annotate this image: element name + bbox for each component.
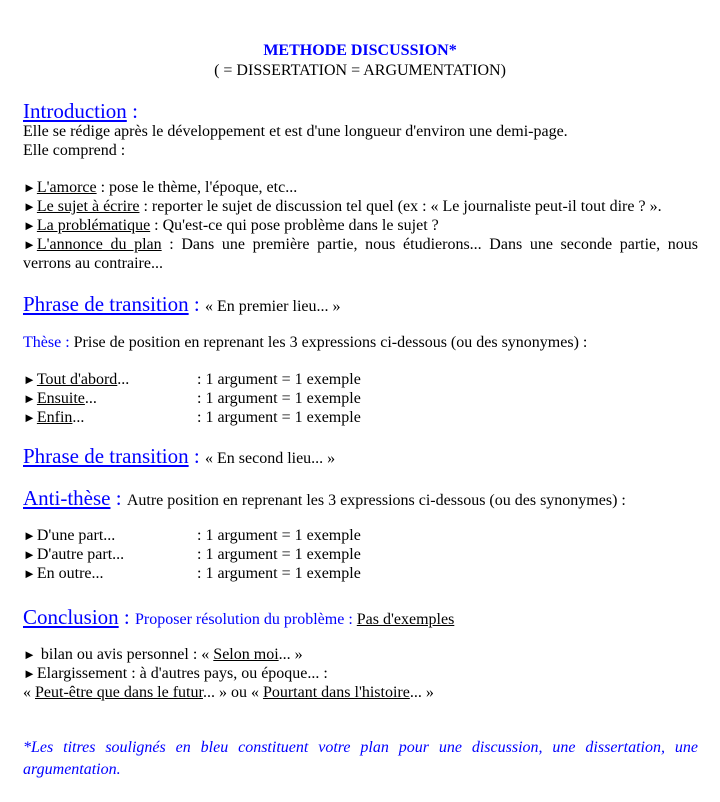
bullet-triangle-icon: ► [23,372,36,387]
item-value: : 1 argument = 1 exemple [197,546,361,563]
item-text: bilan ou avis personnel : « [36,646,214,663]
item-label: Enfin [36,409,73,426]
examples-line: « Peut-être que dans le futur... » ou « … [23,683,434,702]
list-item: ►Enfin... : 1 argument = 1 exemple [23,408,423,427]
item-text: : pose le thème, l'époque, etc... [96,179,298,196]
list-item: ►Tout d'abord... : 1 argument = 1 exempl… [23,370,423,389]
item-value: : 1 argument = 1 exemple [197,565,361,582]
item-label: D'une part... [36,527,116,544]
item-label: Tout d'abord [36,371,118,388]
transition-2-row: Phrase de transition : « En second lieu.… [23,443,335,469]
bullet-triangle-icon: ► [23,199,36,214]
item-suffix: ... [72,409,85,426]
transition-1-row: Phrase de transition : « En premier lieu… [23,291,341,317]
transition-2-heading: Phrase de transition [23,444,189,468]
item-text: « [23,684,35,701]
item-text: : Qu'est-ce qui pose problème dans le su… [150,217,439,234]
item-value: : 1 argument = 1 exemple [197,527,361,544]
conclusion-heading: Conclusion [23,605,119,629]
item-label: Ensuite [36,390,85,407]
bullet-triangle-icon: ► [23,237,36,252]
introduction-heading: Introduction [23,99,127,123]
these-row: Thèse : Prise de position en reprenant l… [23,333,587,352]
item-text: Elargissement : à d'autres pays, ou époq… [36,665,328,682]
bullet-triangle-icon: ► [23,528,36,543]
list-item: ►D'une part... : 1 argument = 1 exemple [23,526,423,545]
bullet-triangle-icon: ► [23,666,36,681]
list-item: ►Le sujet à écrire : reporter le sujet d… [23,197,662,216]
conclusion-row: Conclusion : Proposer résolution du prob… [23,604,454,630]
item-value: : 1 argument = 1 exemple [197,390,361,407]
bullet-triangle-icon: ► [23,547,36,562]
bullet-triangle-icon: ► [23,647,36,662]
transition-2-text: « En second lieu... » [204,450,336,467]
item-text: ... » ou « [202,684,263,701]
item-label: La problématique [36,217,151,234]
item-suffix: ... [117,371,130,388]
bullet-triangle-icon: ► [23,391,36,406]
heading-separator: : [110,486,127,510]
item-suffix: ... [84,390,97,407]
bullet-triangle-icon: ► [23,218,36,233]
item-text: ... » [278,646,303,663]
bullet-triangle-icon: ► [23,566,36,581]
page-title: METHODE DISCUSSION* [263,42,457,59]
list-item: ►Elargissement : à d'autres pays, ou épo… [23,664,328,683]
list-item: ►Ensuite... : 1 argument = 1 exemple [23,389,423,408]
introduction-line-2: Elle comprend : [23,142,126,159]
item-value: : 1 argument = 1 exemple [197,409,361,426]
antithese-text: Autre position en reprenant les 3 expres… [126,492,626,509]
page-subtitle: ( = DISSERTATION = ARGUMENTATION) [214,62,506,79]
bullet-triangle-icon: ► [23,410,36,425]
heading-separator: : [126,99,138,123]
heading-separator: : [188,292,205,316]
footnote: *Les titres soulignés en bleu constituen… [23,739,698,778]
list-item: ►L'amorce : pose le thème, l'époque, etc… [23,178,297,197]
item-value: : 1 argument = 1 exemple [197,371,361,388]
introduction-heading-row: Introduction : [23,98,138,124]
transition-1-heading: Phrase de transition [23,292,189,316]
these-heading: Thèse : [23,334,70,351]
antithese-row: Anti-thèse : Autre position en reprenant… [23,485,626,511]
list-item: ►L'annonce du plan : Dans une première p… [23,235,698,273]
antithese-heading: Anti-thèse [23,486,111,510]
item-label: L'amorce [36,179,97,196]
heading-separator: : [118,605,136,629]
item-text: ... » [409,684,434,701]
list-item: ►D'autre part... : 1 argument = 1 exempl… [23,545,423,564]
item-label: L'annonce du plan [36,236,162,253]
no-examples-note: Pas d'exemples [356,611,455,628]
list-item: ► bilan ou avis personnel : « Selon moi.… [23,645,303,664]
item-label: En outre... [36,565,104,582]
item-label: Selon moi [213,646,279,663]
these-text: Prise de position en reprenant les 3 exp… [69,334,588,351]
document-page: METHODE DISCUSSION* ( = DISSERTATION = A… [0,0,720,802]
example-phrase-1: Peut-être que dans le futur [35,684,203,701]
example-phrase-2: Pourtant dans l'histoire [262,684,410,701]
item-label: D'autre part... [36,546,125,563]
bullet-triangle-icon: ► [23,180,36,195]
transition-1-text: « En premier lieu... » [204,298,341,315]
introduction-line-1: Elle se rédige après le développement et… [23,123,568,140]
list-item: ►En outre... : 1 argument = 1 exemple [23,564,423,583]
item-label: Le sujet à écrire [36,198,140,215]
list-item: ►La problématique : Qu'est-ce qui pose p… [23,216,439,235]
heading-separator: : [188,444,205,468]
item-text: : reporter le sujet de discussion tel qu… [139,198,662,215]
conclusion-subtitle: Proposer résolution du problème : [135,611,357,628]
